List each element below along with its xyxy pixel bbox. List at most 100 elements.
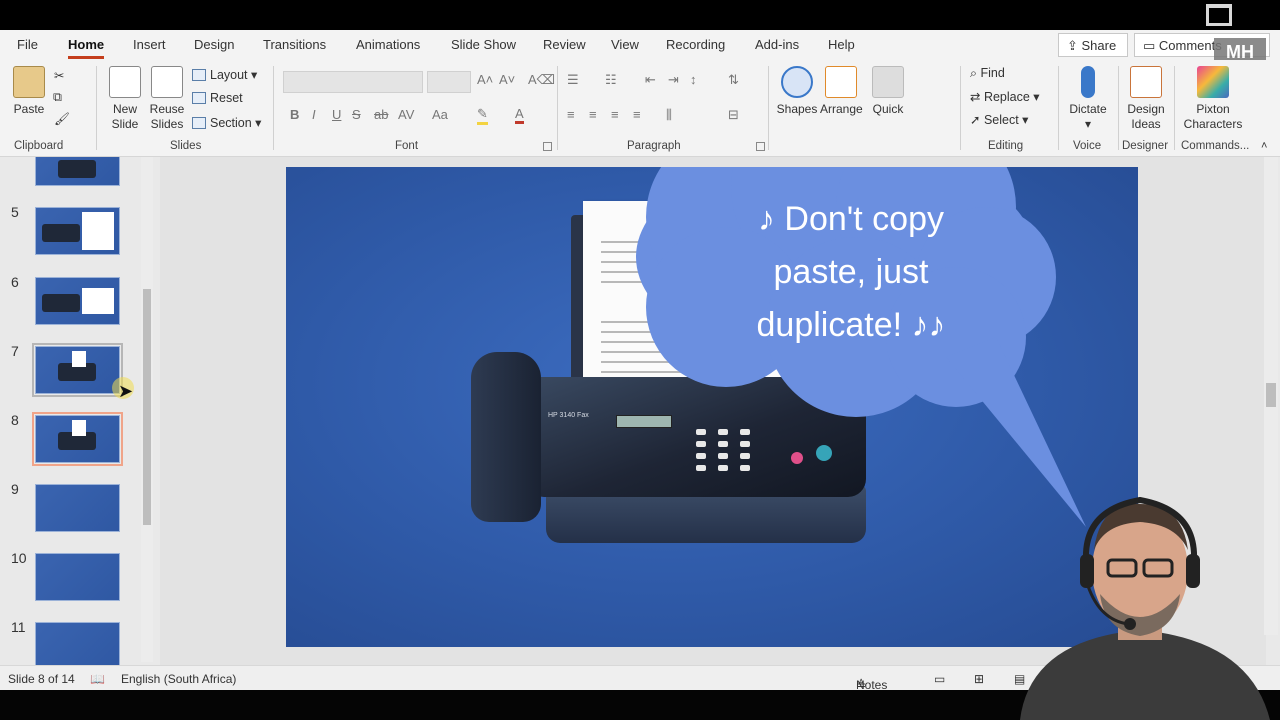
find-button[interactable]: ⌕ Find (970, 66, 1005, 81)
tab-file[interactable]: File (17, 37, 38, 52)
tab-animations[interactable]: Animations (356, 37, 420, 52)
font-group-label: Font (395, 140, 419, 152)
numbering-icon[interactable]: ☷ (605, 72, 617, 88)
align-left-icon[interactable]: ≡ (567, 107, 575, 122)
comment-icon: ▭ (1143, 38, 1159, 53)
divider (1174, 66, 1175, 150)
slide-counter: Slide 8 of 14 (8, 672, 75, 686)
slide-thumbnail-pane: 5 6 7 ➤ 8 9 10 11 (0, 157, 160, 665)
layout-icon (192, 69, 206, 81)
slide-thumbnail[interactable] (35, 277, 120, 325)
cursor-icon: ➚ (970, 113, 984, 127)
reset-button[interactable]: Reset (192, 91, 243, 105)
doc-thumb-icon (82, 288, 114, 314)
tab-slide-show[interactable]: Slide Show (451, 37, 516, 52)
shapes-button[interactable]: Shapes (776, 66, 818, 117)
pixton-characters-button[interactable]: Pixton Characters (1180, 66, 1246, 132)
slide-sorter-icon[interactable]: ⊞ (974, 672, 984, 686)
bold-button[interactable]: B (290, 107, 299, 122)
italic-button[interactable]: I (312, 107, 316, 122)
highlight-icon[interactable]: ✎ (477, 106, 488, 125)
collapse-ribbon-icon[interactable]: ˄ (1261, 140, 1267, 152)
shadow-button[interactable]: ab (374, 107, 388, 122)
reuse-slides-button[interactable]: Reuse Slides (148, 66, 186, 132)
slide-number: 7 (11, 343, 19, 359)
grow-font-icon[interactable]: A˄ (477, 72, 493, 87)
tab-design[interactable]: Design (194, 37, 234, 52)
doc-thumb-icon (72, 420, 86, 436)
thumbnail-scrollbar[interactable] (141, 157, 153, 662)
normal-view-icon[interactable]: ▭ (934, 672, 945, 686)
tab-recording[interactable]: Recording (666, 37, 725, 52)
slide-thumbnail-current[interactable] (32, 412, 123, 466)
align-center-icon[interactable]: ≡ (589, 107, 597, 122)
voice-group-label: Voice (1073, 140, 1102, 152)
layout-button[interactable]: Layout ▾ (192, 67, 257, 82)
slide-thumbnail[interactable] (35, 622, 120, 665)
align-right-icon[interactable]: ≡ (611, 107, 619, 122)
mouse-cursor-icon: ➤ (118, 381, 134, 401)
font-dialog-launcher[interactable] (543, 142, 552, 151)
bullets-icon[interactable]: ☰ (567, 72, 579, 88)
cut-icon[interactable]: ✂ (54, 68, 64, 83)
slide-thumbnail[interactable] (32, 343, 123, 397)
tab-transitions[interactable]: Transitions (263, 37, 326, 52)
ribbon: Paste ✂ ⧉ 🖌 Clipboard New Slide Reuse Slid… (0, 60, 1280, 157)
underline-button[interactable]: U (332, 107, 341, 122)
fax-thumb-icon (42, 224, 80, 242)
tab-help[interactable]: Help (828, 37, 855, 52)
justify-icon[interactable]: ≡ (633, 107, 641, 122)
increase-indent-icon[interactable]: ⇥ (668, 72, 679, 88)
arrange-button[interactable]: Arrange (820, 66, 863, 117)
divider (96, 66, 97, 150)
new-slide-icon (109, 66, 141, 98)
slide-thumbnail[interactable] (35, 553, 120, 601)
select-button[interactable]: ➚ Select ▾ (970, 112, 1028, 127)
divider (1058, 66, 1059, 150)
line-spacing-icon[interactable]: ↕ (690, 72, 697, 87)
columns-icon[interactable]: ⫼ (666, 107, 672, 123)
clipboard-icon (13, 66, 45, 98)
slide-thumbnail[interactable] (35, 207, 120, 255)
scrollbar-thumb[interactable] (1266, 383, 1276, 407)
scrollbar-thumb[interactable] (143, 289, 151, 525)
tab-add-ins[interactable]: Add-ins (755, 37, 799, 52)
decrease-indent-icon[interactable]: ⇤ (645, 72, 656, 88)
slide-thumbnail[interactable] (35, 484, 120, 532)
slide-number: 11 (11, 619, 26, 635)
section-icon (192, 117, 206, 129)
paragraph-dialog-launcher[interactable] (756, 142, 765, 151)
copy-icon[interactable]: ⧉ (53, 90, 62, 105)
change-case-button[interactable]: Aa (432, 107, 448, 122)
strike-button[interactable]: S (352, 107, 361, 122)
tab-home[interactable]: Home (68, 37, 105, 59)
font-color-icon[interactable]: A (515, 106, 524, 124)
replace-button[interactable]: ⇄ Replace ▾ (970, 89, 1040, 104)
paste-button[interactable]: Paste (12, 66, 46, 117)
slide-thumbnail[interactable] (35, 157, 120, 186)
format-painter-icon[interactable]: 🖌 (54, 112, 70, 127)
tab-review[interactable]: Review (543, 37, 586, 52)
text-direction-icon[interactable]: ⇅ (728, 72, 739, 88)
char-spacing-button[interactable]: AV (398, 107, 414, 122)
shrink-font-icon[interactable]: A˅ (499, 72, 515, 87)
dictate-button[interactable]: Dictate ▾ (1066, 66, 1110, 132)
clear-format-icon[interactable]: A⌫ (528, 72, 555, 88)
section-button[interactable]: Section ▾ (192, 115, 261, 130)
tab-view[interactable]: View (611, 37, 639, 52)
search-icon: ⌕ (970, 66, 981, 80)
slide-number: 10 (11, 550, 27, 566)
quick-styles-button[interactable]: Quick (868, 66, 908, 117)
share-button[interactable]: ⇪ Share (1058, 33, 1128, 57)
new-slide-button[interactable]: New Slide (104, 66, 146, 132)
language-indicator[interactable]: English (South Africa) (121, 672, 236, 686)
design-ideas-button[interactable]: Design Ideas (1124, 66, 1168, 132)
font-size-combo[interactable] (427, 71, 471, 93)
shapes-icon (781, 66, 813, 98)
font-name-combo[interactable] (283, 71, 423, 93)
slide-number: 6 (11, 274, 19, 290)
spellcheck-icon[interactable]: 📖 (90, 672, 105, 686)
tab-insert[interactable]: Insert (133, 37, 166, 52)
align-text-icon[interactable]: ⊟ (728, 107, 739, 123)
doc-thumb-icon (82, 212, 114, 250)
